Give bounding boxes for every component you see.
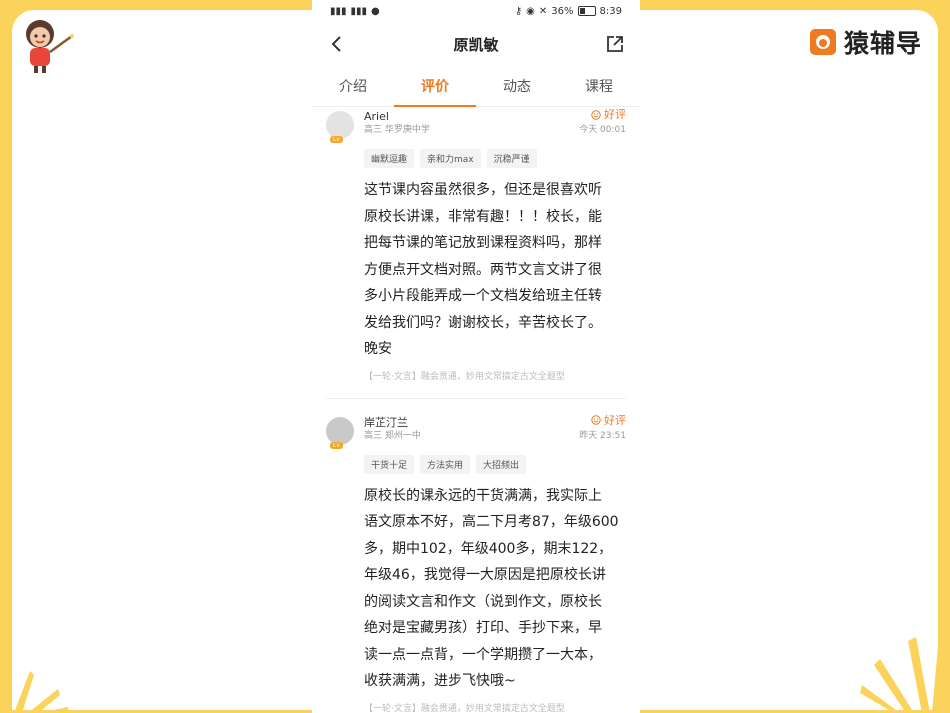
avatar[interactable]: Lv [326, 416, 354, 449]
navigation-bar: 原凯敏 [312, 22, 640, 66]
tag: 幽默逗趣 [364, 149, 415, 168]
review-line: 晚安 [364, 341, 392, 357]
review-line: 方便点开文档对照。两节文言文讲了很 [364, 261, 602, 278]
tag: 亲和力max [420, 149, 481, 168]
key-icon: ⚷ [514, 5, 523, 17]
tab-bar: 介绍 评价 动态 课程 [312, 66, 640, 107]
rating-badge: 好评 [579, 413, 626, 428]
review-item: Lv Ariel 高三 华罗庚中学 好评 今天 00:01 幽默逗趣 亲和力ma… [326, 107, 626, 398]
signal-icon: ▮▮▮ [330, 5, 347, 17]
rating-label: 好评 [604, 413, 626, 427]
clock: 8:39 [599, 5, 622, 17]
user-name[interactable]: Ariel [364, 109, 579, 124]
review-item: Lv 岸芷汀兰 高三 郑州一中 好评 昨天 23:51 干货十足 方法实用 大招… [326, 397, 626, 713]
share-icon [607, 36, 623, 52]
signal-icon-2: ▮▮▮ [350, 5, 368, 17]
status-icons-left: ▮▮▮ ▮▮▮ ● [330, 6, 380, 17]
page-title: 原凯敏 [453, 35, 499, 54]
tag: 沉稳严谨 [486, 149, 537, 168]
status-icons-right: ⚷ ◉ ✕ 36% 8:39 [515, 6, 622, 17]
tag: 干货十足 [364, 454, 415, 474]
tag: 大招频出 [476, 454, 527, 474]
tag: 方法实用 [420, 454, 471, 474]
review-line: 语文原本不好，高二下月考87，年级600 [364, 514, 619, 530]
user-school: 高三 郑州一中 [364, 430, 421, 441]
review-line: 收获满满，进步飞快哦~ [364, 673, 516, 689]
eye-icon: ◉ [526, 5, 535, 17]
brand-logo: 猿辅导 [809, 24, 922, 60]
review-line: 绝对是宝藏男孩）打印、手抄下来，早 [364, 620, 602, 636]
course-link[interactable]: 【一轮·文言】融会贯通，妙用文常搞定古文全题型 [326, 369, 626, 382]
course-link[interactable]: 【一轮·文言】融会贯通，妙用文常搞定古文全题型 [326, 701, 626, 713]
review-line: 把每节课的笔记放到课程资料吗，那样 [364, 235, 602, 251]
share-button[interactable] [600, 29, 630, 59]
smile-icon [591, 415, 601, 425]
battery-icon [577, 6, 596, 16]
user-info: 岸芷汀兰 高三 郑州一中 [364, 413, 579, 443]
level-badge: Lv [330, 441, 343, 449]
status-bar: ▮▮▮ ▮▮▮ ● ⚷ ◉ ✕ 36% 8:39 [312, 0, 640, 22]
phone-screen: ▮▮▮ ▮▮▮ ● ⚷ ◉ ✕ 36% 8:39 原凯敏 介绍 评价 动态 课程… [312, 0, 640, 713]
review-line: 原校长讲课，非常有趣！！！校长，能 [364, 208, 602, 225]
avatar[interactable]: Lv [326, 111, 354, 143]
decorative-rays-right [860, 623, 950, 713]
tab-reviews[interactable]: 评价 [394, 66, 476, 107]
review-content: 这节课内容虽然很多，但还是很喜欢听 原校长讲课，非常有趣！！！校长，能 把每节课… [326, 177, 626, 363]
review-meta: 好评 昨天 23:51 [579, 413, 626, 444]
review-line: 原校长的课永远的干货满满，我实际上 [364, 487, 602, 504]
level-badge: Lv [330, 136, 343, 143]
battery-percent: 36% [551, 5, 574, 17]
notification-icon: ● [371, 5, 380, 17]
review-line: 多，期中102，年级400多，期末122， [364, 540, 613, 557]
tab-activity[interactable]: 动态 [476, 66, 558, 106]
review-line: 多小片段能弄成一个文档发给班主任转 [364, 288, 602, 304]
decorative-rays-left [0, 671, 68, 713]
smile-icon [591, 109, 601, 120]
review-line: 的阅读文言和作文（说到作文，原校长 [364, 593, 602, 610]
review-time: 昨天 23:51 [579, 430, 626, 441]
chevron-left-icon [331, 36, 341, 52]
review-line: 年级46，我觉得一大原因是把原校长讲 [364, 567, 606, 583]
tab-intro[interactable]: 介绍 [312, 66, 394, 106]
brand-name: 猿辅导 [843, 29, 922, 58]
review-line: 发给我们吗？谢谢校长，辛苦校长了。 [364, 314, 602, 331]
rating-badge: 好评 [579, 107, 626, 122]
review-line: 这节课内容虽然很多，但还是很喜欢听 [364, 182, 602, 198]
tab-courses[interactable]: 课程 [558, 66, 640, 106]
brand-icon [809, 29, 836, 55]
review-line: 读一点一点背，一个学期攒了一大本， [364, 646, 602, 663]
mute-icon: ✕ [538, 5, 548, 17]
tag-list: 干货十足 方法实用 大招频出 [326, 454, 626, 474]
user-name[interactable]: 岸芷汀兰 [364, 415, 579, 430]
review-content: 原校长的课永远的干货满满，我实际上 语文原本不好，高二下月考87，年级600 多… [326, 483, 626, 695]
mascot-logo-icon [26, 20, 74, 73]
review-time: 今天 00:01 [579, 125, 626, 135]
rating-label: 好评 [604, 108, 626, 121]
user-school: 高三 华罗庚中学 [364, 125, 430, 135]
review-header: Lv Ariel 高三 华罗庚中学 好评 今天 00:01 [326, 107, 626, 147]
review-header: Lv 岸芷汀兰 高三 郑州一中 好评 昨天 23:51 [326, 413, 626, 453]
back-button[interactable] [322, 29, 352, 59]
user-info: Ariel 高三 华罗庚中学 [364, 107, 579, 137]
tag-list: 幽默逗趣 亲和力max 沉稳严谨 [326, 149, 626, 168]
review-meta: 好评 今天 00:01 [579, 107, 626, 138]
